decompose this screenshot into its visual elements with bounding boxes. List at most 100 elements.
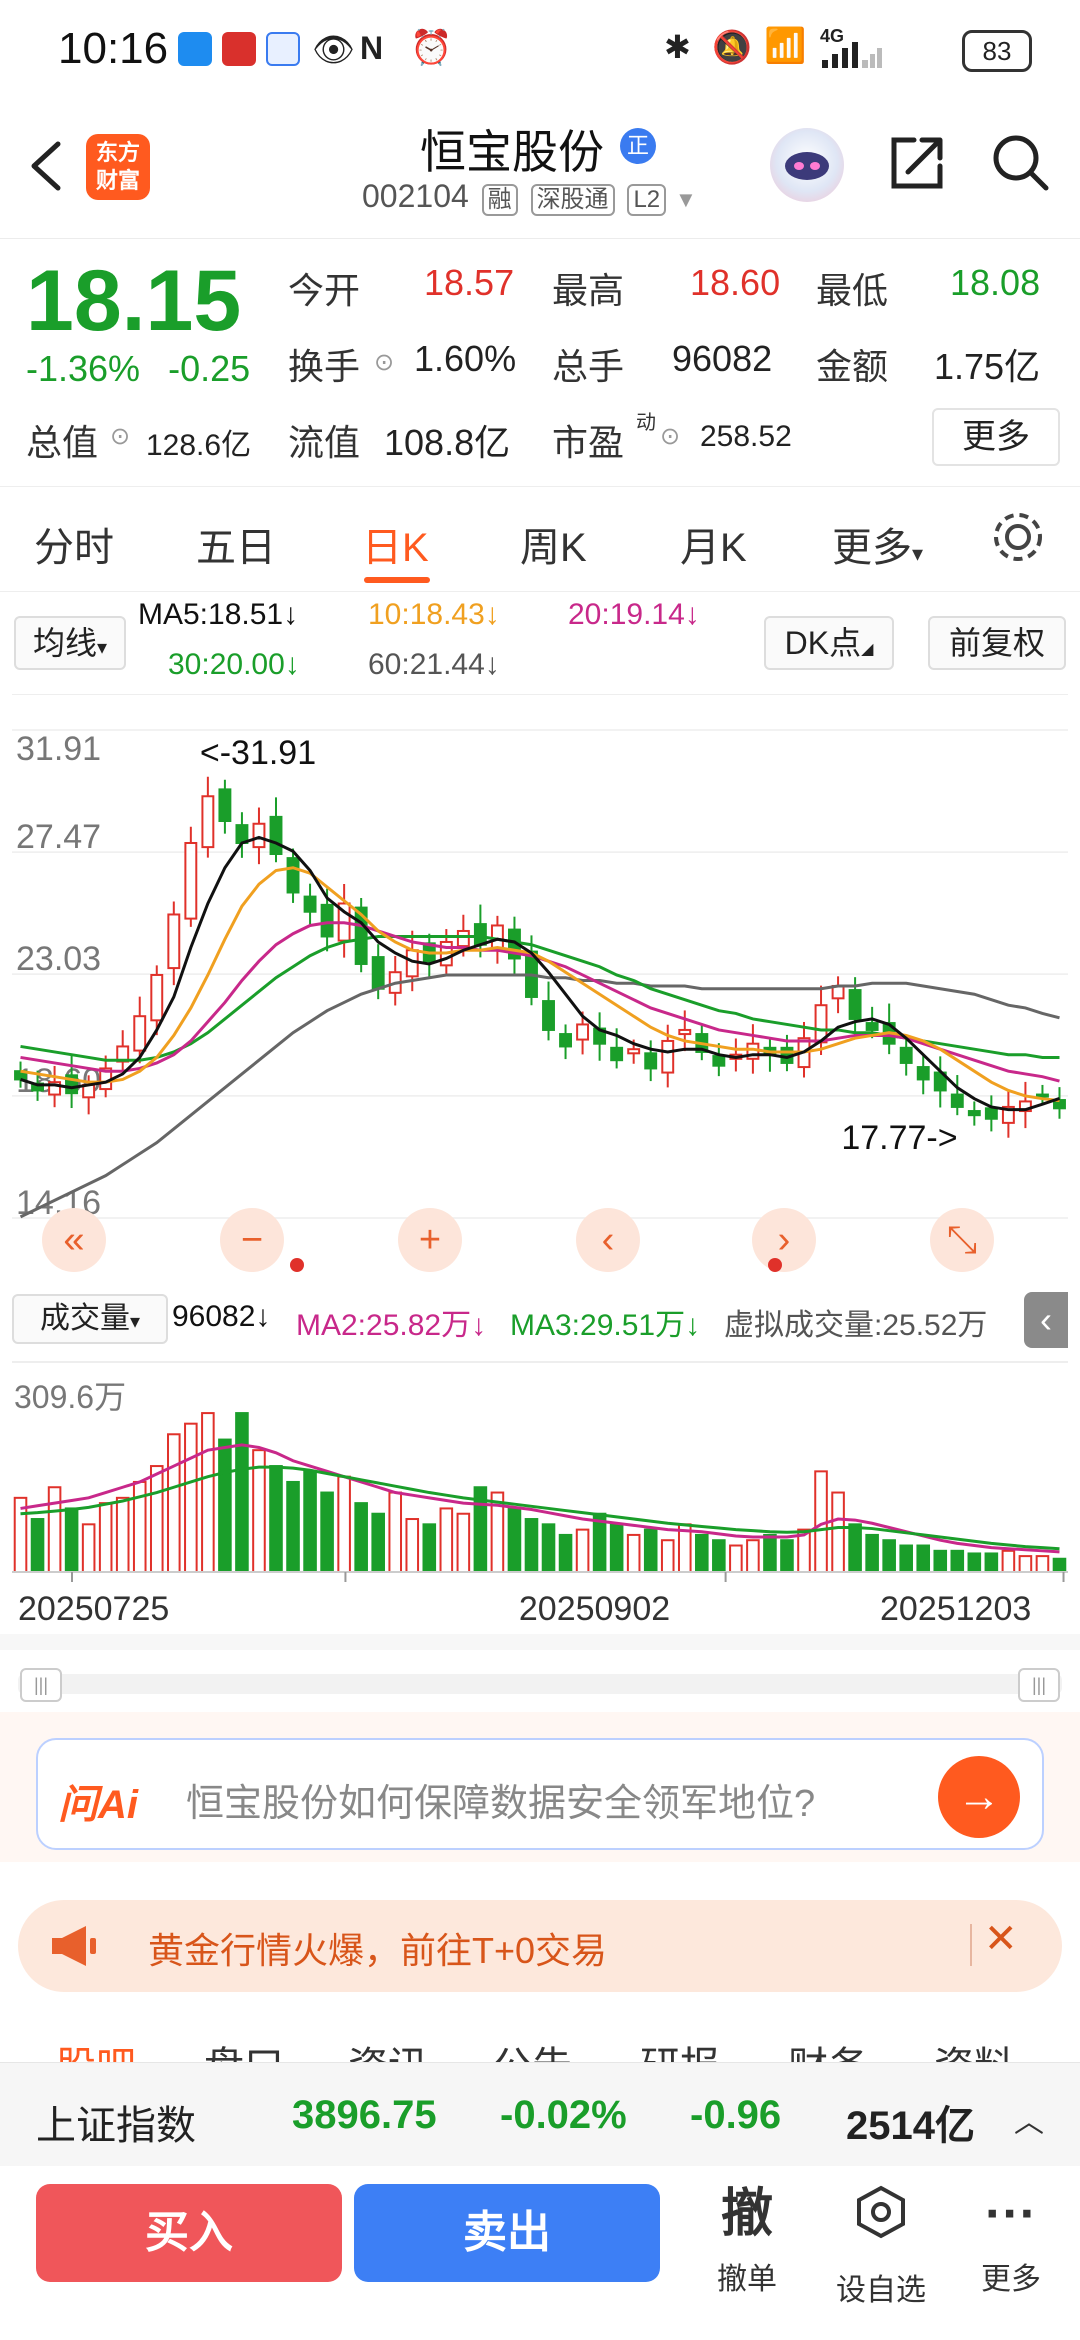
open-value: 18.57	[424, 262, 515, 303]
detail-tabs: 股吧 盘口 资讯 公告 研报 财务 资料	[0, 2028, 1080, 2062]
active-tab-indicator	[364, 577, 430, 583]
info-icon[interactable]: ⊙	[660, 422, 680, 451]
candle-body	[678, 1028, 692, 1036]
stock-header: 东方 财富 恒宝股份 正 002104 融 深股通 L2 ▼	[0, 100, 1080, 239]
volume-bar	[1018, 1555, 1033, 1573]
zoom-out-far-button[interactable]: «	[42, 1208, 106, 1272]
tab-financials[interactable]: 财务	[788, 2034, 868, 2062]
add-watchlist-button[interactable]: 设自选	[826, 2182, 936, 2309]
fullscreen-button[interactable]: ⤡	[930, 1208, 994, 1272]
tab-profile[interactable]: 资料	[934, 2034, 1014, 2062]
period-tabs: 分时 五日 日K 周K 月K 更多▾	[0, 486, 1080, 592]
promo-text[interactable]: 黄金行情火爆，前往T+0交易	[148, 1922, 607, 1974]
volume-bar	[507, 1507, 522, 1573]
buy-button[interactable]: 买入	[36, 2184, 342, 2282]
volume-bar	[64, 1507, 79, 1573]
tab-monthly-k[interactable]: 月K	[680, 515, 747, 573]
candle-body	[899, 1046, 913, 1064]
search-icon[interactable]	[988, 130, 1054, 196]
tag-margin: 融	[481, 184, 518, 216]
volume-bar	[541, 1523, 556, 1573]
corner-icon: ◢	[861, 641, 874, 658]
tab-forum[interactable]: 股吧	[56, 2034, 136, 2062]
mktcap-value: 128.6亿	[146, 429, 252, 462]
candle-body	[984, 1107, 998, 1120]
status-time: 10:16	[58, 24, 169, 73]
collapse-panel-button[interactable]: ‹	[1024, 1292, 1068, 1348]
volume-bar	[286, 1480, 300, 1573]
chevron-up-icon[interactable]: ︿	[1014, 2097, 1044, 2141]
chart-scrollbar[interactable]	[18, 1674, 1062, 1694]
cancel-order-button[interactable]: 撤 撤单	[692, 2182, 802, 2298]
volume-bar	[354, 1502, 368, 1574]
candle-body	[627, 1048, 641, 1055]
stock-name: 恒宝股份	[420, 126, 604, 178]
volume-bar	[1001, 1549, 1016, 1573]
info-icon[interactable]: ⊙	[110, 422, 130, 451]
candle-body	[133, 1015, 147, 1052]
tab-five-day[interactable]: 五日	[196, 515, 276, 573]
stock-code-line: 002104 融 深股通 L2 ▼	[362, 178, 697, 216]
arrow-right-icon[interactable]: →	[938, 1756, 1020, 1838]
back-button[interactable]	[20, 136, 80, 196]
candle-body	[865, 1022, 879, 1031]
volume-bar	[950, 1549, 965, 1573]
tab-weekly-k[interactable]: 周K	[520, 515, 587, 573]
dk-point-button[interactable]: DK点◢	[764, 616, 894, 670]
share-icon[interactable]	[884, 130, 950, 196]
candle-body	[167, 913, 181, 970]
index-percent: -0.02%	[500, 2093, 627, 2137]
amount-value: 1.75亿	[934, 346, 1041, 387]
tab-orderbook[interactable]: 盘口	[204, 2034, 284, 2062]
volume-bar	[422, 1523, 437, 1573]
chevron-down-icon[interactable]: ▼	[675, 187, 697, 212]
zoom-in-button[interactable]: +	[398, 1208, 462, 1272]
adjust-button[interactable]: 前复权	[928, 616, 1066, 670]
price-change: -1.36% -0.25	[26, 348, 250, 390]
volume-bar	[201, 1412, 215, 1573]
scroll-right-button[interactable]: ›	[752, 1208, 816, 1272]
turnover-label: 换手	[288, 346, 361, 387]
index-name: 上证指数	[36, 2104, 196, 2148]
volume-bar	[320, 1491, 334, 1574]
caret-down-icon: ▾	[96, 637, 108, 659]
volume-bar	[47, 1486, 62, 1574]
zoom-out-button[interactable]: −	[220, 1208, 284, 1272]
volume-label: 总手	[552, 346, 625, 387]
settings-gear-icon[interactable]	[990, 509, 1046, 565]
index-ticker-bar[interactable]: 上证指数 3896.75 -0.02% -0.96 2514亿 ︿	[0, 2062, 1080, 2167]
close-icon[interactable]: ✕	[984, 1916, 1018, 1962]
ma-selector[interactable]: 均线▾	[14, 616, 126, 670]
volume-bar	[729, 1544, 743, 1574]
volume-selector[interactable]: 成交量▾	[12, 1294, 168, 1344]
tab-more[interactable]: 更多▾	[832, 515, 923, 573]
tab-research[interactable]: 研报	[640, 2034, 720, 2062]
caret-down-icon: ▾	[912, 541, 924, 566]
scroll-handle-right[interactable]: |||	[1018, 1668, 1060, 1702]
tab-daily-k[interactable]: 日K	[362, 515, 429, 573]
volume-latest: 96082↓	[172, 1300, 271, 1333]
tab-news[interactable]: 资讯	[348, 2034, 428, 2062]
kline-chart[interactable]: 31.9127.4723.0318.6014.16<-31.9117.77->3…	[0, 690, 1080, 1650]
volume-bar	[780, 1539, 794, 1573]
ai-question-text[interactable]: 恒宝股份如何保障数据安全领军地位?	[186, 1772, 815, 1827]
sell-button[interactable]: 卖出	[354, 2184, 660, 2282]
volume-bar	[933, 1549, 948, 1573]
more-quote-button[interactable]: 更多	[932, 408, 1060, 466]
nfc-icon: N	[360, 30, 384, 66]
scroll-handle-left[interactable]: |||	[20, 1668, 62, 1702]
high-value: 18.60	[690, 262, 781, 303]
indicator-dot	[290, 1258, 304, 1272]
ai-assistant-avatar[interactable]	[770, 128, 844, 202]
more-menu-button[interactable]: ··· 更多	[956, 2182, 1066, 2298]
tab-announcements[interactable]: 公告	[492, 2034, 572, 2062]
candle-body	[644, 1052, 658, 1070]
candle-body	[916, 1066, 930, 1081]
info-icon[interactable]: ⊙	[374, 348, 394, 377]
scroll-left-button[interactable]: ‹	[576, 1208, 640, 1272]
ma20-value: 20:19.14↓	[568, 598, 700, 631]
price-tick-label: 23.03	[16, 940, 101, 978]
tab-intraday[interactable]: 分时	[34, 515, 114, 573]
date-label: 20250725	[18, 1590, 169, 1628]
volume-bar	[882, 1539, 896, 1573]
